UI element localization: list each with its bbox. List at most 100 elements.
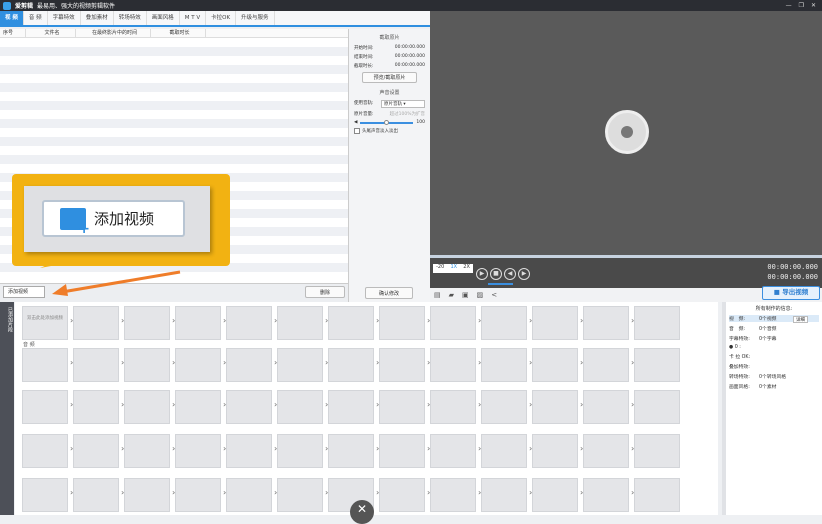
- clip-slot[interactable]: [634, 390, 680, 424]
- clip-slot[interactable]: [481, 478, 527, 512]
- clip-slot[interactable]: [583, 348, 629, 382]
- confirm-change-button[interactable]: 确认修改: [365, 287, 413, 299]
- clip-slot[interactable]: [379, 434, 425, 468]
- duration-field[interactable]: 00:00:00.000: [395, 63, 425, 69]
- play-button[interactable]: ▶: [476, 268, 488, 280]
- table-row[interactable]: [0, 146, 348, 155]
- tab-subtitle[interactable]: 字幕特效: [48, 11, 81, 25]
- table-row[interactable]: [0, 65, 348, 74]
- clip-slot[interactable]: [634, 306, 680, 340]
- maximize-button[interactable]: ❐: [799, 2, 804, 9]
- table-row[interactable]: [0, 47, 348, 56]
- clip-slot[interactable]: [22, 390, 68, 424]
- clip-slot[interactable]: [430, 348, 476, 382]
- clip-slot[interactable]: [481, 434, 527, 468]
- clip-slot[interactable]: [430, 434, 476, 468]
- table-row[interactable]: [0, 74, 348, 83]
- clip-slot[interactable]: [379, 348, 425, 382]
- fade-checkbox[interactable]: [354, 128, 360, 134]
- start-time-field[interactable]: 00:00:00.000: [395, 45, 425, 51]
- delete-button[interactable]: 删除: [305, 286, 345, 298]
- clip-slot[interactable]: [175, 390, 221, 424]
- table-row[interactable]: [0, 38, 348, 47]
- clip-slot[interactable]: [175, 434, 221, 468]
- tab-overlay[interactable]: 叠加素材: [81, 11, 114, 25]
- clip-slot[interactable]: [634, 478, 680, 512]
- clip-slot[interactable]: [22, 478, 68, 512]
- clip-slot[interactable]: [583, 434, 629, 468]
- speed-selector[interactable]: -20 1X 2X: [433, 264, 473, 273]
- close-timeline-icon[interactable]: ✕: [350, 500, 374, 524]
- clip-slot[interactable]: [226, 306, 272, 340]
- clip-slot[interactable]: [277, 478, 323, 512]
- clip-slot[interactable]: [124, 306, 170, 340]
- clip-slot[interactable]: [277, 434, 323, 468]
- snapshot-icon[interactable]: ▣: [462, 291, 469, 299]
- prev-frame-button[interactable]: ◀: [504, 268, 516, 280]
- table-row[interactable]: [0, 92, 348, 101]
- table-row[interactable]: [0, 128, 348, 137]
- clip-slot[interactable]: [124, 390, 170, 424]
- added-clips-tab[interactable]: 已添加片段: [0, 302, 14, 515]
- clip-slot[interactable]: [73, 478, 119, 512]
- table-row[interactable]: [0, 137, 348, 146]
- clip-slot[interactable]: [583, 478, 629, 512]
- clip-slot[interactable]: [124, 478, 170, 512]
- clip-slot[interactable]: [124, 348, 170, 382]
- table-row[interactable]: [0, 164, 348, 173]
- tab-audio[interactable]: 音 频: [24, 11, 48, 25]
- clip-slot[interactable]: [634, 434, 680, 468]
- clip-slot[interactable]: [634, 348, 680, 382]
- clip-slot[interactable]: [379, 390, 425, 424]
- clip-slot[interactable]: [226, 390, 272, 424]
- minimize-button[interactable]: —: [786, 2, 792, 9]
- table-row[interactable]: [0, 110, 348, 119]
- clip-slot[interactable]: [22, 434, 68, 468]
- clip-slot[interactable]: [73, 434, 119, 468]
- clip-slot[interactable]: [175, 306, 221, 340]
- clip-slot[interactable]: [583, 306, 629, 340]
- clip-slot[interactable]: [328, 390, 374, 424]
- clip-slot[interactable]: [379, 478, 425, 512]
- clip-slot[interactable]: 双击此处添加视频: [22, 306, 68, 340]
- clip-slot[interactable]: [328, 348, 374, 382]
- clip-slot[interactable]: [532, 390, 578, 424]
- clip-slot[interactable]: [175, 478, 221, 512]
- image-icon[interactable]: ▨: [477, 291, 484, 299]
- add-video-button[interactable]: 添加视频: [3, 286, 45, 298]
- next-frame-button[interactable]: ▶: [518, 268, 530, 280]
- clip-slot[interactable]: [277, 390, 323, 424]
- open-folder-icon[interactable]: ▰: [449, 291, 454, 299]
- clip-slot[interactable]: [226, 434, 272, 468]
- clip-slot[interactable]: [583, 390, 629, 424]
- clip-slot[interactable]: [175, 348, 221, 382]
- clip-slot[interactable]: [379, 306, 425, 340]
- clip-slot[interactable]: [532, 478, 578, 512]
- save-icon[interactable]: ▤: [434, 291, 441, 299]
- clip-slot[interactable]: [481, 348, 527, 382]
- clip-slot[interactable]: [328, 434, 374, 468]
- clip-slot[interactable]: [226, 478, 272, 512]
- clip-slot[interactable]: [532, 306, 578, 340]
- clip-slot[interactable]: [481, 390, 527, 424]
- tab-transition[interactable]: 转场特效: [114, 11, 147, 25]
- clip-slot[interactable]: [430, 390, 476, 424]
- export-video-button[interactable]: ■ 导出视频: [762, 286, 820, 300]
- table-row[interactable]: [0, 119, 348, 128]
- close-button[interactable]: ✕: [811, 2, 816, 9]
- clip-slot[interactable]: [532, 434, 578, 468]
- clip-slot[interactable]: [226, 348, 272, 382]
- tab-style[interactable]: 画面风格: [147, 11, 180, 25]
- tab-mtv[interactable]: M T V: [180, 11, 207, 25]
- clip-slot[interactable]: [73, 306, 119, 340]
- share-icon[interactable]: <: [491, 291, 497, 299]
- clip-slot[interactable]: [532, 348, 578, 382]
- table-row[interactable]: [0, 101, 348, 110]
- detail-button[interactable]: 详细: [793, 316, 808, 323]
- tab-upgrade[interactable]: 升级与服务: [236, 11, 275, 25]
- table-row[interactable]: [0, 83, 348, 92]
- track-select[interactable]: 原片音轨 ▾: [381, 100, 425, 108]
- preview-clip-button[interactable]: 预览/截取原片: [362, 72, 417, 83]
- clip-slot[interactable]: [481, 306, 527, 340]
- table-row[interactable]: [0, 155, 348, 164]
